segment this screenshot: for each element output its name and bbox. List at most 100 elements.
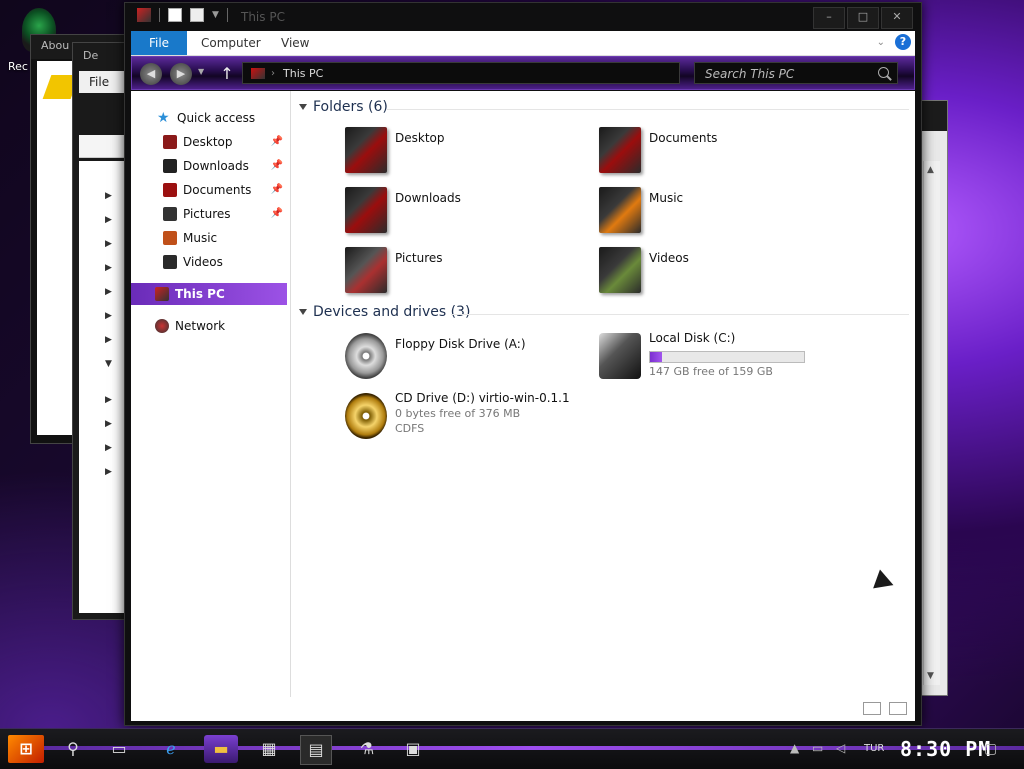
sidebar-item-quick-access[interactable]: ★ Quick access	[131, 107, 287, 129]
folder-item-pictures[interactable]: Pictures	[345, 245, 585, 295]
sidebar-item-network[interactable]: Network	[131, 315, 287, 337]
tree-expand-icon[interactable]: ▶	[105, 311, 112, 321]
folder-item-downloads[interactable]: Downloads	[345, 185, 585, 235]
drive-item-cd[interactable]: CD Drive (D:) virtio-win-0.1.1 0 bytes f…	[345, 391, 585, 441]
tree-expand-icon[interactable]: ▶	[105, 335, 112, 345]
large-icons-view-icon[interactable]	[889, 702, 907, 715]
collapse-icon[interactable]	[299, 104, 307, 110]
drive-name: Local Disk (C:)	[649, 331, 736, 345]
tree-expand-icon[interactable]: ▶	[105, 239, 112, 249]
sidebar-item-label: Documents	[183, 183, 252, 197]
search-icon[interactable]: ⚲	[58, 735, 88, 763]
drive-filesystem: CDFS	[395, 422, 425, 435]
tree-expand-icon[interactable]: ▶	[105, 287, 112, 297]
up-button[interactable]: ↑	[216, 63, 238, 85]
breadcrumb[interactable]: This PC	[283, 67, 323, 80]
videos-icon	[163, 255, 177, 269]
maximize-button[interactable]: □	[847, 7, 879, 29]
pictures-folder-icon	[345, 247, 387, 293]
expand-ribbon-icon[interactable]: ⌄	[877, 37, 885, 48]
search-icon[interactable]	[878, 67, 889, 78]
minimize-button[interactable]: –	[813, 7, 845, 29]
app-icon-2[interactable]: ▣	[398, 735, 428, 763]
tree-expand-icon[interactable]: ▶	[105, 215, 112, 225]
tree-expand-icon[interactable]: ▶	[105, 395, 112, 405]
tree-expand-icon[interactable]: ▶	[105, 263, 112, 273]
tab-computer[interactable]: Computer	[201, 31, 261, 55]
new-folder-icon[interactable]	[190, 8, 204, 22]
task-view-icon[interactable]: ▭	[104, 735, 134, 763]
search-input[interactable]: Search This PC	[694, 62, 898, 84]
sidebar-item-documents[interactable]: Documents 📌	[131, 179, 287, 201]
drive-name: CD Drive (D:) virtio-win-0.1.1	[395, 391, 570, 405]
tree-expand-icon[interactable]: ▶	[105, 191, 112, 201]
notifications-icon[interactable]: ▢	[984, 741, 997, 757]
close-button[interactable]: ✕	[881, 7, 913, 29]
tab-file[interactable]: File	[131, 31, 187, 55]
tab-view[interactable]: View	[281, 31, 309, 55]
music-folder-icon	[599, 187, 641, 233]
collapse-icon[interactable]	[299, 309, 307, 315]
pin-icon[interactable]: 📌	[271, 155, 283, 177]
sidebar-item-this-pc[interactable]: This PC	[131, 283, 287, 305]
folder-item-documents[interactable]: Documents	[599, 125, 839, 175]
folder-name: Documents	[649, 131, 718, 145]
app-icon[interactable]: ⚗	[352, 735, 382, 763]
language-indicator[interactable]: TUR	[864, 743, 884, 754]
items-view: Folders (6) Desktop Documents Downloads …	[291, 91, 915, 697]
pin-icon[interactable]: 📌	[271, 179, 283, 201]
drive-item-local-disk[interactable]: Local Disk (C:) 147 GB free of 159 GB	[599, 331, 839, 381]
sidebar-item-videos[interactable]: Videos	[131, 251, 287, 273]
details-view-icon[interactable]	[863, 702, 881, 715]
group-header-folders[interactable]: Folders (6)	[299, 99, 388, 119]
tree-expand-icon[interactable]: ▶	[105, 419, 112, 429]
scrollbar[interactable]: ▲ ▼	[923, 161, 940, 685]
back-button[interactable]: ◀	[140, 63, 162, 85]
drive-item-floppy[interactable]: Floppy Disk Drive (A:)	[345, 331, 585, 381]
drive-name: Floppy Disk Drive (A:)	[395, 337, 526, 351]
pin-icon[interactable]: 📌	[271, 203, 283, 225]
folder-name: Music	[649, 191, 684, 205]
folder-name: Pictures	[395, 251, 443, 265]
sidebar-item-label: This PC	[175, 287, 225, 301]
clock[interactable]: 8:30 PM	[900, 737, 991, 761]
forward-button[interactable]: ▶	[170, 63, 192, 85]
scroll-down-icon[interactable]: ▼	[927, 671, 934, 681]
tree-expand-icon[interactable]: ▶	[105, 443, 112, 453]
breadcrumb-chevron-icon[interactable]: ›	[271, 63, 275, 85]
divider	[387, 109, 909, 110]
folder-item-desktop[interactable]: Desktop	[345, 125, 585, 175]
folder-item-music[interactable]: Music	[599, 185, 839, 235]
sidebar-item-label: Music	[183, 231, 218, 245]
sidebar-item-label: Downloads	[183, 159, 249, 173]
file-explorer-icon[interactable]: ▬	[204, 735, 238, 763]
network-status-icon[interactable]: ▭	[812, 741, 823, 755]
group-header-devices[interactable]: Devices and drives (3)	[299, 304, 470, 324]
pin-icon[interactable]: 📌	[271, 131, 283, 153]
properties-icon[interactable]	[168, 8, 182, 22]
recent-locations-icon[interactable]: ▼	[198, 67, 204, 76]
ribbon-right-controls: ⌄ ?	[877, 34, 911, 50]
folder-item-videos[interactable]: Videos	[599, 245, 839, 295]
scroll-up-icon[interactable]: ▲	[927, 165, 934, 175]
cd-drive-icon	[345, 393, 387, 439]
title-bar[interactable]: ▼ This PC – □ ✕	[125, 3, 921, 31]
store-icon[interactable]: ▦	[254, 735, 284, 763]
tree-expand-icon[interactable]: ▶	[105, 467, 112, 477]
show-hidden-icons-icon[interactable]: ▲	[790, 741, 799, 755]
sidebar-item-music[interactable]: Music	[131, 227, 287, 249]
start-button[interactable]: ⊞	[8, 735, 44, 763]
address-bar[interactable]: › This PC	[242, 62, 680, 84]
sidebar-item-pictures[interactable]: Pictures 📌	[131, 203, 287, 225]
sidebar-item-desktop[interactable]: Desktop 📌	[131, 131, 287, 153]
documents-icon	[163, 183, 177, 197]
desktop-folder-icon	[345, 127, 387, 173]
edge-browser-icon[interactable]: ℯ	[156, 735, 186, 763]
help-button[interactable]: ?	[895, 34, 911, 50]
chevron-down-icon[interactable]: ▼	[212, 10, 219, 20]
sidebar-item-downloads[interactable]: Downloads 📌	[131, 155, 287, 177]
volume-icon[interactable]: ◁	[836, 741, 845, 755]
app-window-icon[interactable]: ▤	[300, 735, 332, 765]
desktop-icon-label: Rec	[8, 60, 28, 73]
tree-expand-icon[interactable]: ▼	[105, 359, 112, 369]
